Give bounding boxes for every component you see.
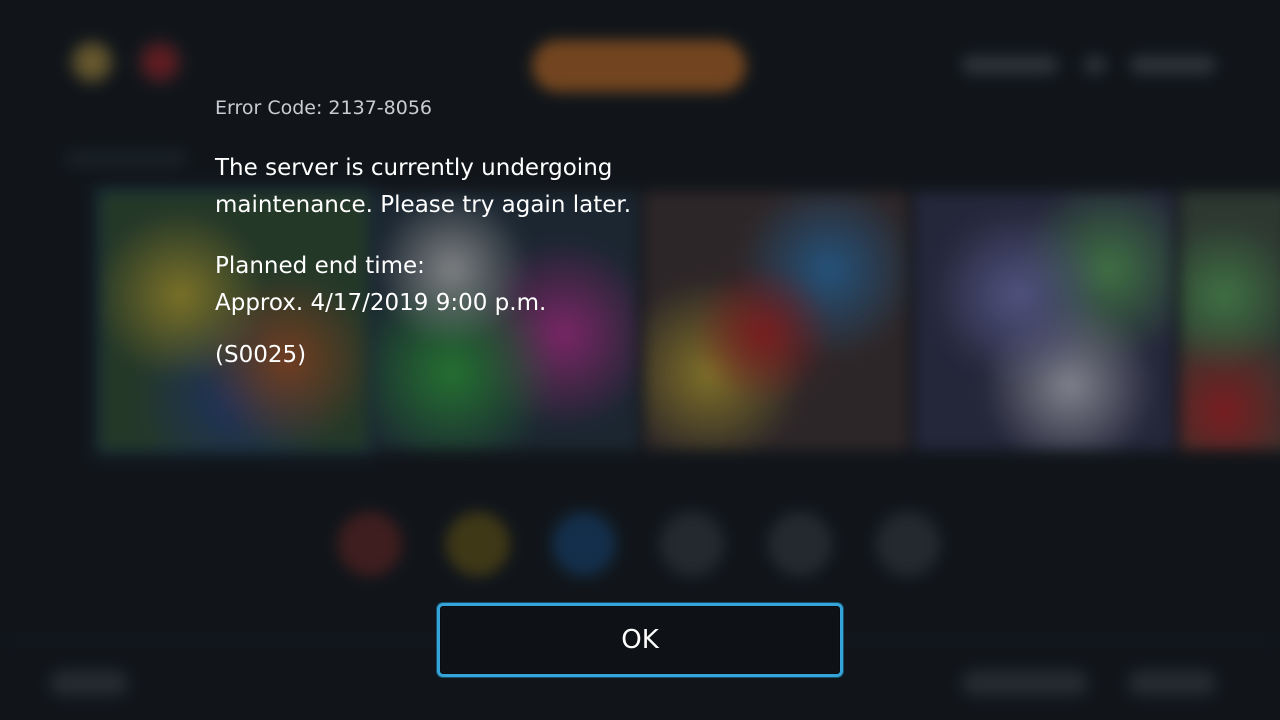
error-message-line: The server is currently undergoing [215,155,613,181]
planned-end-time-value: Approx. 4/17/2019 9:00 p.m. [215,290,547,316]
planned-end-time: Planned end time: Approx. 4/17/2019 9:00… [215,248,835,322]
error-message-line: maintenance. Please try again later. [215,192,632,218]
error-dialog: Error Code: 2137-8056 The server is curr… [0,0,1280,720]
ok-button[interactable]: OK [437,603,843,677]
planned-end-time-label: Planned end time: [215,253,425,279]
reference-code: (S0025) [215,342,307,368]
screen: Error Code: 2137-8056 The server is curr… [0,0,1280,720]
error-code: Error Code: 2137-8056 [215,97,432,119]
error-message: The server is currently undergoing maint… [215,150,835,224]
